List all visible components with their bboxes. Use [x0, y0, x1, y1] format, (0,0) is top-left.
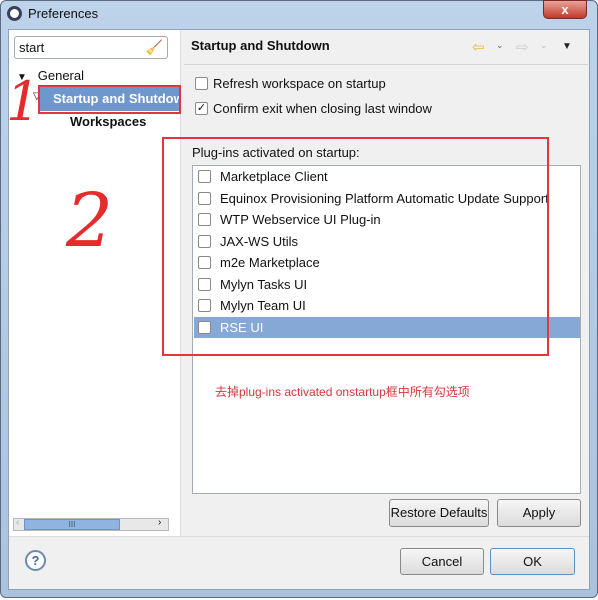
forward-arrow-icon[interactable]: ⇨ — [516, 38, 529, 56]
checkbox[interactable] — [195, 77, 208, 90]
tree-horizontal-scrollbar[interactable]: ‹ III › — [13, 517, 169, 531]
checkbox-checked[interactable]: ✓ — [195, 102, 208, 115]
restore-defaults-button[interactable]: Restore Defaults — [389, 499, 489, 527]
back-arrow-icon[interactable]: ⇦ — [472, 38, 485, 56]
help-icon[interactable]: ? — [25, 550, 46, 571]
eclipse-icon — [7, 6, 22, 21]
footer-separator — [9, 536, 589, 537]
scroll-right-arrow[interactable]: › — [158, 517, 161, 528]
header-separator — [184, 64, 588, 65]
view-menu-icon[interactable]: ▼ — [562, 41, 572, 52]
forward-menu-chevron-icon[interactable]: ⌄ — [540, 40, 548, 51]
annotation-box-tree-item — [38, 85, 181, 114]
tree-item-workspaces[interactable]: Workspaces — [70, 114, 146, 129]
scrollbar-thumb[interactable]: III — [24, 519, 120, 530]
cancel-button[interactable]: Cancel — [400, 548, 484, 575]
annotation-mark-1: 1 — [6, 70, 41, 133]
back-menu-chevron-icon[interactable]: ⌄ — [496, 40, 504, 51]
refresh-workspace-option[interactable]: Refresh workspace on startup — [195, 76, 386, 91]
apply-button[interactable]: Apply — [497, 499, 581, 527]
annotation-box-plugins — [162, 137, 549, 356]
clear-filter-icon[interactable]: 🧹 — [146, 39, 163, 56]
filter-input[interactable]: start 🧹 — [14, 36, 168, 59]
ok-button[interactable]: OK — [490, 548, 575, 575]
confirm-exit-option[interactable]: ✓ Confirm exit when closing last window — [195, 101, 432, 116]
window-title: Preferences — [28, 6, 99, 21]
annotation-note: 去掉plug-ins activated onstartup框中所有勾选项 — [215, 385, 470, 399]
page-title: Startup and Shutdown — [191, 38, 330, 53]
close-button[interactable]: x — [543, 0, 587, 19]
annotation-mark-2: 2 — [66, 178, 114, 264]
